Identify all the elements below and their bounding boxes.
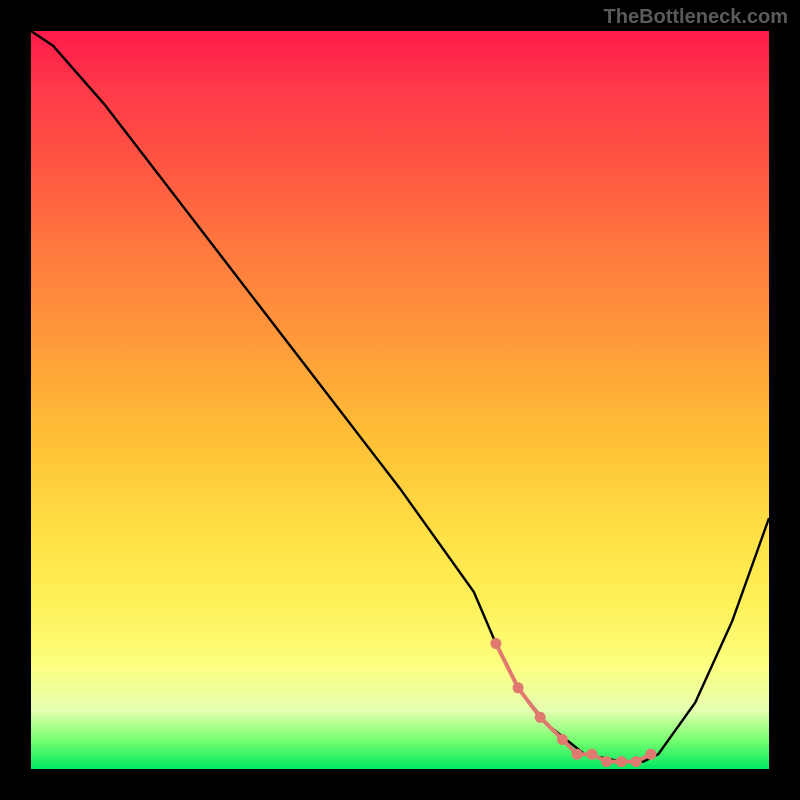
highlight-dot bbox=[616, 756, 627, 767]
highlight-dot bbox=[535, 712, 546, 723]
highlight-dot bbox=[557, 734, 568, 745]
bottleneck-curve bbox=[31, 31, 769, 762]
watermark-text: TheBottleneck.com bbox=[604, 6, 788, 29]
chart-svg bbox=[31, 31, 769, 769]
marker-layer bbox=[490, 638, 656, 767]
curve-layer bbox=[31, 31, 769, 762]
plot-area bbox=[31, 31, 769, 769]
highlight-dot bbox=[586, 749, 597, 760]
highlight-dot bbox=[601, 756, 612, 767]
highlight-dot bbox=[631, 756, 642, 767]
highlight-dot bbox=[513, 682, 524, 693]
highlight-dot bbox=[645, 749, 656, 760]
highlight-dot bbox=[572, 749, 583, 760]
highlight-dot bbox=[490, 638, 501, 649]
